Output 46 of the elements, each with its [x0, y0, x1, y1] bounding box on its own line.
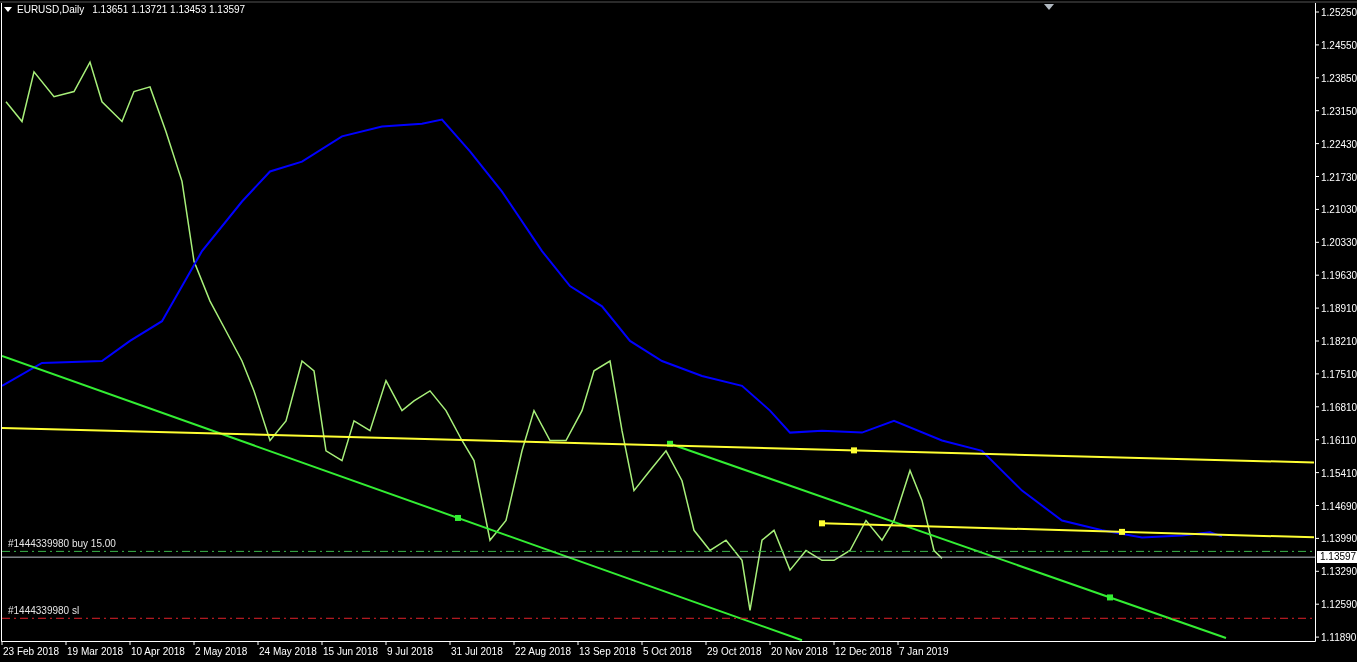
x-axis-label: 24 May 2018 [259, 646, 317, 657]
x-axis-label: 10 Apr 2018 [131, 646, 185, 657]
x-axis-label: 9 Jul 2018 [387, 646, 434, 657]
x-axis-label: 19 Mar 2018 [67, 646, 124, 657]
y-axis-label: 1.23150 [1321, 105, 1357, 117]
x-axis-label: 23 Feb 2018 [3, 646, 60, 657]
order-label: #1444339980 sl [8, 605, 80, 617]
x-axis-label: 22 Aug 2018 [515, 646, 572, 657]
x-axis-label: 15 Jun 2018 [323, 646, 379, 657]
y-axis-label: 1.19630 [1321, 270, 1357, 282]
y-axis-label: 1.13290 [1321, 566, 1357, 578]
trend-line[interactable] [2, 354, 803, 641]
x-axis-label: 31 Jul 2018 [451, 646, 503, 657]
x-axis-label: 20 Nov 2018 [771, 646, 828, 657]
scroll-marker-icon[interactable] [1044, 4, 1054, 10]
x-axis-label: 7 Jan 2019 [899, 646, 949, 657]
y-axis-label: 1.24550 [1321, 39, 1357, 51]
y-axis-label: 1.11890 [1321, 632, 1357, 644]
symbol-label: EURUSD,Daily [17, 5, 85, 15]
y-axis-label: 1.13990 [1321, 533, 1357, 545]
y-axis-label: 1.16810 [1321, 401, 1357, 413]
y-axis-label: 1.15410 [1321, 467, 1357, 479]
y-axis-label: 1.18910 [1321, 303, 1357, 315]
x-axis-label: 2 May 2018 [195, 646, 248, 657]
y-axis-label: 1.25250 [1321, 7, 1357, 18]
y-axis-label: 1.20330 [1321, 237, 1357, 249]
dropdown-arrow-icon[interactable] [4, 7, 12, 13]
y-axis-label: 1.16110 [1321, 434, 1357, 446]
y-axis-label: 1.22430 [1321, 138, 1357, 150]
x-axis-label: 5 Oct 2018 [643, 646, 692, 657]
trend-line[interactable] [667, 440, 1227, 639]
y-axis-label: 1.21730 [1321, 171, 1357, 183]
y-axis-label: 1.14690 [1321, 500, 1357, 512]
order-label: #1444339980 buy 15.00 [8, 538, 116, 550]
y-axis-label: 1.21030 [1321, 204, 1357, 216]
y-axis-label: 1.18210 [1321, 336, 1357, 347]
x-axis-label: 29 Oct 2018 [707, 646, 762, 657]
order-line[interactable] [2, 550, 1315, 552]
y-axis-label: 1.17510 [1321, 368, 1357, 380]
y-axis-label: 1.23850 [1321, 72, 1357, 84]
x-axis-label: 12 Dec 2018 [835, 646, 892, 657]
current-price-label: 1.13597 [1317, 551, 1357, 564]
ohlc-values: 1.13651 1.13721 1.13453 1.13597 [92, 5, 246, 15]
x-axis-label: 13 Sep 2018 [579, 646, 636, 657]
y-axis-label: 1.12590 [1321, 599, 1357, 611]
trend-line[interactable] [819, 520, 1315, 539]
